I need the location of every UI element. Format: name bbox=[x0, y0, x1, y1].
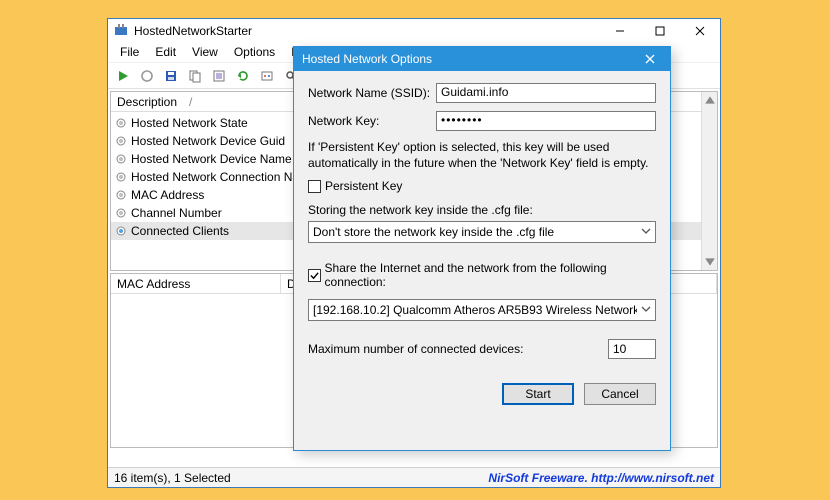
play-icon[interactable] bbox=[112, 65, 134, 87]
persistent-checkbox[interactable]: Persistent Key bbox=[308, 179, 656, 193]
close-icon bbox=[645, 54, 655, 64]
ssid-input[interactable]: Guidami.info bbox=[436, 83, 656, 103]
menu-view[interactable]: View bbox=[184, 43, 226, 62]
menu-edit[interactable]: Edit bbox=[147, 43, 184, 62]
radio-icon bbox=[115, 189, 127, 201]
persistent-label: Persistent Key bbox=[325, 179, 402, 193]
list-item-label: Connected Clients bbox=[131, 224, 229, 238]
max-label: Maximum number of connected devices: bbox=[308, 342, 608, 356]
store-select[interactable]: Don't store the network key inside the .… bbox=[308, 221, 656, 243]
radio-icon bbox=[115, 153, 127, 165]
chevron-down-icon bbox=[641, 306, 651, 314]
dialog-close-button[interactable] bbox=[630, 47, 670, 71]
menu-file[interactable]: File bbox=[112, 43, 147, 62]
minimize-button[interactable] bbox=[600, 19, 640, 43]
options-icon[interactable] bbox=[256, 65, 278, 87]
scroll-down-icon[interactable] bbox=[704, 256, 716, 268]
list-item-label: Hosted Network Device Name bbox=[131, 152, 292, 166]
stop-icon[interactable] bbox=[136, 65, 158, 87]
scroll-up-icon[interactable] bbox=[704, 94, 716, 106]
share-label: Share the Internet and the network from … bbox=[325, 261, 656, 289]
list-item-label: MAC Address bbox=[131, 188, 204, 202]
properties-icon[interactable] bbox=[208, 65, 230, 87]
radio-icon bbox=[115, 207, 127, 219]
list-item-label: Hosted Network State bbox=[131, 116, 248, 130]
close-button[interactable] bbox=[680, 19, 720, 43]
col-mac[interactable]: MAC Address bbox=[111, 274, 281, 293]
radio-icon bbox=[115, 117, 127, 129]
radio-icon bbox=[115, 225, 127, 237]
key-input[interactable]: •••••••• bbox=[436, 111, 656, 131]
status-left: 16 item(s), 1 Selected bbox=[114, 471, 231, 485]
col-divider: / bbox=[189, 95, 192, 109]
hosted-network-options-dialog: Hosted Network Options Network Name (SSI… bbox=[293, 46, 671, 451]
share-checkbox[interactable]: Share the Internet and the network from … bbox=[308, 261, 656, 289]
ssid-label: Network Name (SSID): bbox=[308, 86, 436, 100]
menu-options[interactable]: Options bbox=[226, 43, 283, 62]
save-icon[interactable] bbox=[160, 65, 182, 87]
radio-icon bbox=[115, 171, 127, 183]
store-value: Don't store the network key inside the .… bbox=[313, 225, 554, 239]
store-label: Storing the network key inside the .cfg … bbox=[308, 203, 656, 217]
list-item-label: Channel Number bbox=[131, 206, 222, 220]
adapter-select[interactable]: [192.168.10.2] Qualcomm Atheros AR5B93 W… bbox=[308, 299, 656, 321]
app-icon bbox=[113, 23, 129, 39]
radio-icon bbox=[115, 135, 127, 147]
titlebar: HostedNetworkStarter bbox=[108, 19, 720, 43]
refresh-icon[interactable] bbox=[232, 65, 254, 87]
max-input[interactable]: 10 bbox=[608, 339, 656, 359]
list-item-label: Hosted Network Device Guid bbox=[131, 134, 285, 148]
maximize-button[interactable] bbox=[640, 19, 680, 43]
col-description: Description bbox=[117, 95, 177, 109]
chevron-down-icon bbox=[641, 228, 651, 236]
cancel-button[interactable]: Cancel bbox=[584, 383, 656, 405]
start-button[interactable]: Start bbox=[502, 383, 574, 405]
status-right: NirSoft Freeware. http://www.nirsoft.net bbox=[488, 471, 714, 485]
persistent-hint: If 'Persistent Key' option is selected, … bbox=[308, 139, 656, 171]
key-label: Network Key: bbox=[308, 114, 436, 128]
dialog-title: Hosted Network Options bbox=[302, 52, 432, 66]
window-title: HostedNetworkStarter bbox=[134, 24, 600, 38]
dialog-titlebar: Hosted Network Options bbox=[294, 47, 670, 71]
statusbar: 16 item(s), 1 Selected NirSoft Freeware.… bbox=[108, 467, 720, 487]
list-item-label: Hosted Network Connection Name bbox=[131, 170, 316, 184]
copy-icon[interactable] bbox=[184, 65, 206, 87]
scrollbar-vertical[interactable] bbox=[701, 92, 717, 270]
adapter-value: [192.168.10.2] Qualcomm Atheros AR5B93 W… bbox=[313, 303, 637, 317]
